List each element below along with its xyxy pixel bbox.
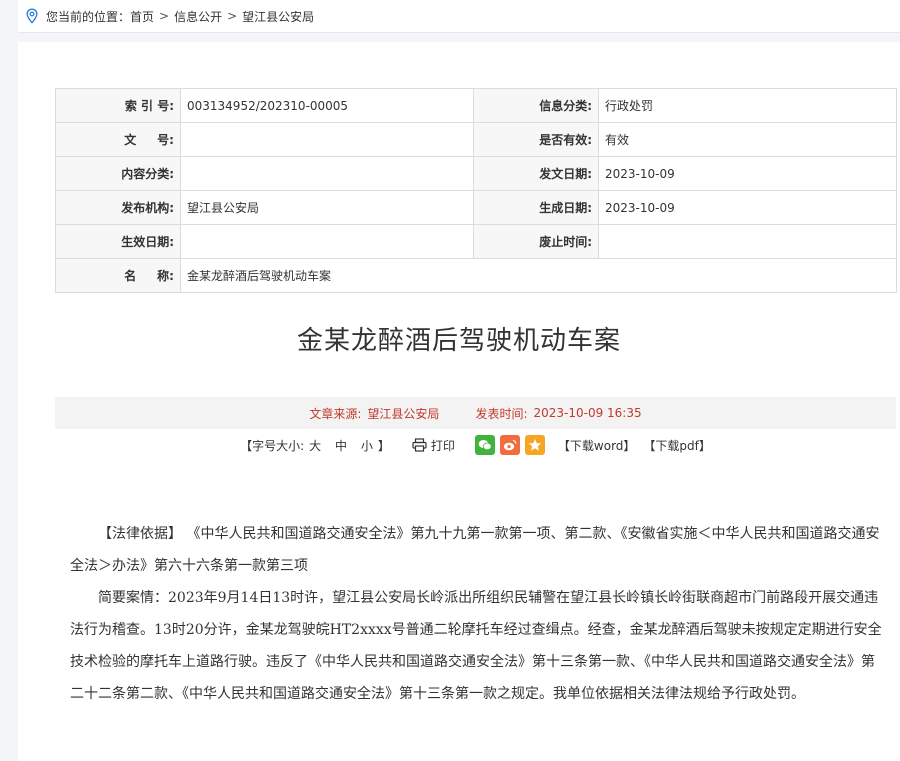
metadata-row: 发布机构: 望江县公安局 生成日期: 2023-10-09 [55,190,897,225]
metadata-row: 生效日期: 废止时间: [55,224,897,259]
name-value: 金某龙醉酒后驾驶机动车案 [180,258,897,293]
metadata-row: 文 号: 是否有效: 有效 [55,122,897,157]
breadcrumb-home[interactable]: 首页 [130,8,154,25]
pub-date-value: 2023-10-09 [598,156,897,191]
metadata-table: 索 引 号: 003134952/202310-00005 信息分类: 行政处罚… [55,88,897,293]
download-pdf-button[interactable]: 【下载pdf】 [643,437,710,454]
article-title: 金某龙醉酒后驾驶机动车案 [296,326,621,356]
breadcrumb-info-public[interactable]: 信息公开 [174,8,222,25]
case-summary-paragraph: 简要案情：2023年9月14日13时许，望江县公安局长岭派出所组织民辅警在望江县… [70,590,882,702]
breadcrumb-police-bureau[interactable]: 望江县公安局 [242,8,314,25]
article-toolbar: 【字号大小: 大 中 小 】 打印 【下载word】 【下载pdf】 [55,432,896,458]
abolish-date-label: 废止时间: [473,224,599,259]
wechat-share-button[interactable] [474,435,495,455]
metadata-row: 名 称: 金某龙醉酒后驾驶机动车案 [55,258,897,293]
breadcrumb-separator: > [227,9,238,23]
source-label: 文章来源: [309,406,362,421]
breadcrumb: 您当前的位置： 首页 > 信息公开 > 望江县公安局 [18,0,900,33]
legal-basis-paragraph: 【法律依据】 《中华人民共和国道路交通安全法》第九十九第一款第一项、第二款、《安… [70,526,880,574]
print-label: 打印 [430,438,455,453]
location-pin-icon [24,8,40,24]
download-word-button[interactable]: 【下载word】 [558,437,636,454]
content-category-label: 内容分类: [55,156,181,191]
pub-date-label: 发文日期: [473,156,599,191]
metadata-row: 索 引 号: 003134952/202310-00005 信息分类: 行政处罚 [55,88,897,123]
docno-label: 文 号: [55,122,181,157]
valid-label: 是否有效: [473,122,599,157]
name-label: 名 称: [55,258,181,293]
source-value: 望江县公安局 [367,406,440,421]
org-value: 望江县公安局 [180,190,474,225]
docno-value [180,122,474,157]
star-icon [528,439,542,451]
metadata-row: 内容分类: 发文日期: 2023-10-09 [55,156,897,191]
time-value: 2023-10-09 16:35 [533,406,642,420]
wechat-icon [478,440,492,451]
category-value: 行政处罚 [598,88,897,123]
index-label: 索 引 号: [55,88,181,123]
font-size-options: 大 中 小 [304,437,378,454]
page: 您当前的位置： 首页 > 信息公开 > 望江县公安局 索 引 号: 003134… [0,0,900,761]
breadcrumb-prefix: 您当前的位置： [46,9,131,24]
font-size-small[interactable]: 小 [361,439,373,453]
favorite-button[interactable] [524,435,545,455]
font-size-label: 【字号大小: [240,438,305,453]
gen-date-value: 2023-10-09 [598,190,897,225]
valid-value: 有效 [598,122,897,157]
breadcrumb-separator: > [159,9,170,23]
content-panel: 索 引 号: 003134952/202310-00005 信息分类: 行政处罚… [18,42,900,761]
printer-icon [412,438,427,452]
org-label: 发布机构: [55,190,181,225]
index-value: 003134952/202310-00005 [180,88,474,123]
font-size-large[interactable]: 大 [309,439,321,453]
weibo-icon [503,439,517,451]
weibo-share-button[interactable] [499,435,520,455]
article-body: 【法律依据】 《中华人民共和国道路交通安全法》第九十九第一款第一项、第二款、《安… [70,518,886,710]
category-label: 信息分类: [473,88,599,123]
effective-date-label: 生效日期: [55,224,181,259]
time-label: 发表时间: [475,406,528,421]
font-size-medium[interactable]: 中 [335,439,347,453]
effective-date-value [180,224,474,259]
gen-date-label: 生成日期: [473,190,599,225]
abolish-date-value [598,224,897,259]
article-source-bar: 文章来源: 望江县公安局 发表时间: 2023-10-09 16:35 [55,397,896,429]
content-category-value [180,156,474,191]
font-size-close: 】 [377,438,390,453]
print-button[interactable]: 打印 [412,437,455,454]
